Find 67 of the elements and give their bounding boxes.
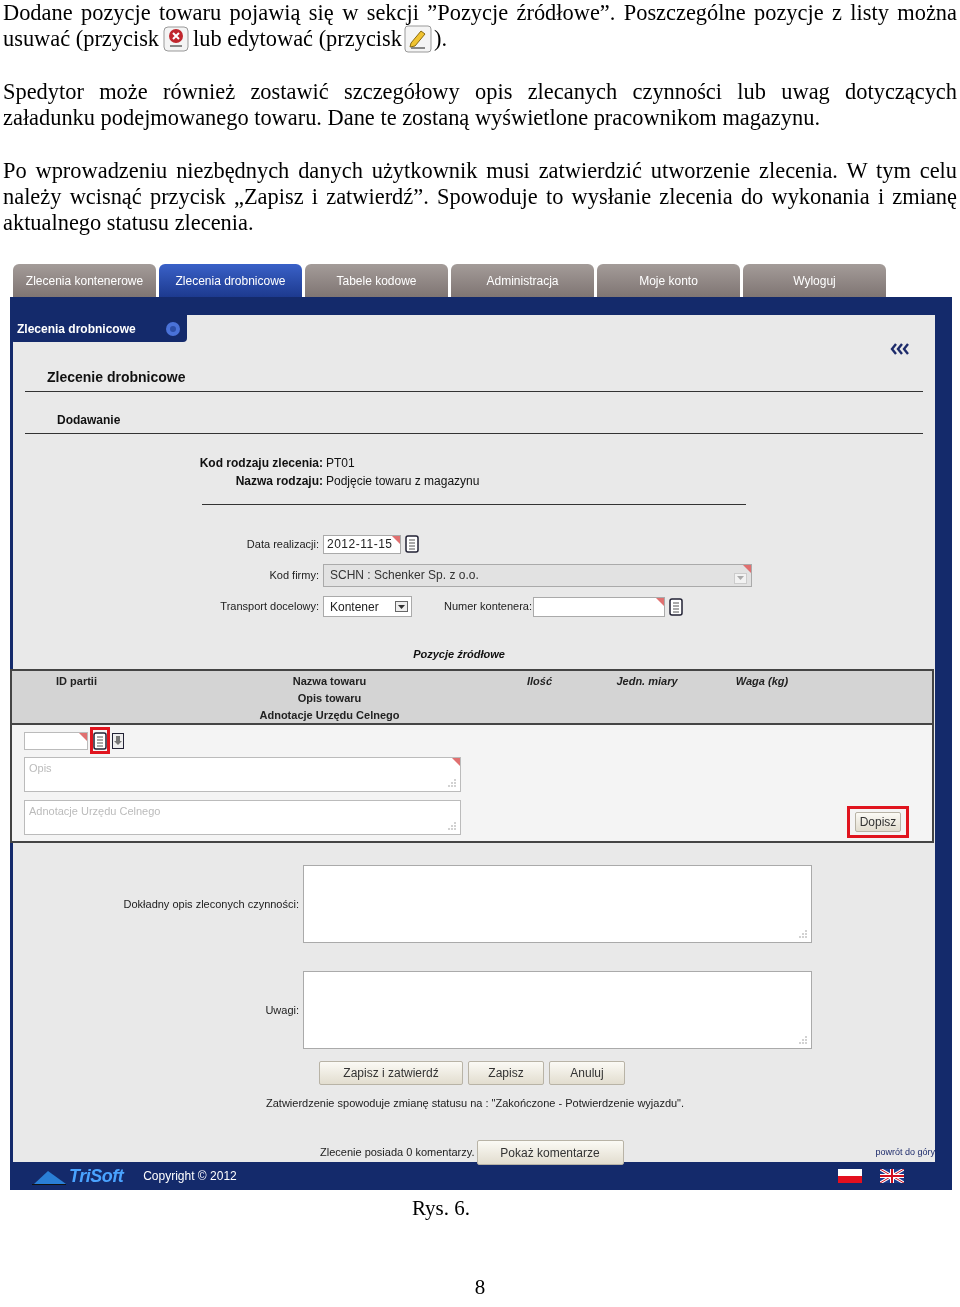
help-icon[interactable] (165, 320, 181, 337)
section-tab-label: Zlecenia drobnicowe (17, 320, 136, 338)
batch-id-field[interactable] (24, 731, 88, 750)
section-title: Pozycje źródłowe (413, 648, 505, 660)
info-value: Podjęcie towaru z magazynu (325, 473, 480, 490)
comments-count: Zlecenie posiada 0 komentarzy. (320, 1145, 475, 1161)
page-heading: Zlecenie drobnicowe (47, 369, 186, 385)
list-icon[interactable] (669, 597, 683, 616)
british-flag-icon[interactable] (880, 1169, 904, 1183)
show-comments-button[interactable]: Pokaż komentarze (476, 1140, 624, 1165)
resize-grip-icon[interactable] (448, 822, 456, 830)
action-button[interactable]: Anuluj (549, 1061, 625, 1085)
dropdown-arrow-icon[interactable] (395, 601, 408, 612)
back-to-top-link[interactable]: powrót do góry (875, 1147, 935, 1157)
paragraph-text: lub edytować (przycisk (193, 26, 402, 52)
transport-select[interactable]: Kontener (323, 596, 412, 617)
nav-tab[interactable]: Wyloguj (743, 264, 886, 297)
logo: TriSoft (32, 1167, 124, 1185)
pencil-icon (404, 25, 432, 53)
container-field[interactable] (533, 596, 665, 617)
nav-tab[interactable]: Moje konto (597, 264, 740, 297)
figure-caption: Rys. 6. (411, 1196, 471, 1220)
nav-tab[interactable]: Zlecenia kontenerowe (13, 264, 156, 297)
column-header: Opis towaru (296, 691, 363, 706)
nav-tab[interactable]: Tabele kodowe (305, 264, 448, 297)
info-label: Kod rodzaju zlecenia: (198, 455, 323, 472)
field-label: Uwagi: (264, 1002, 300, 1018)
nav-tab[interactable]: Zlecenia drobnicowe (159, 264, 302, 297)
nav-tab[interactable]: Administracja (451, 264, 594, 297)
add-button[interactable]: Dopisz (847, 806, 909, 838)
field-label: Data realizacji: (245, 536, 320, 552)
collapse-icon[interactable] (890, 343, 910, 355)
column-header: ID partii (56, 674, 98, 689)
section-tab[interactable]: Zlecenia drobnicowe (10, 315, 187, 342)
column-header: Waga (kg) (734, 674, 790, 689)
field-label: Transport docelowy: (219, 599, 320, 615)
column-header: Ilość (525, 674, 554, 689)
calendar-icon[interactable] (405, 535, 419, 553)
text-area[interactable] (303, 865, 812, 943)
date-field[interactable]: 2012-11-15 (323, 534, 401, 554)
required-marker-icon (452, 758, 460, 766)
delete-icon (163, 26, 190, 52)
column-header: Nazwa towaru (291, 674, 368, 689)
column-header: Jedn. miary (615, 674, 679, 689)
status-note: Zatwierdzenie spowoduje zmianę statusu na : "Zakończone - Potwierdzenie wyjazdu". (266, 1097, 685, 1109)
info-value: PT01 (325, 455, 355, 472)
field-label: Dokładny opis zleconych czynności: (122, 896, 300, 912)
field-label: Kod firmy: (268, 567, 320, 583)
action-button[interactable]: Zapisz (468, 1061, 544, 1085)
section-heading: Dodawanie (57, 413, 121, 427)
resize-grip-icon[interactable] (799, 930, 807, 938)
action-button[interactable]: Zapisz i zatwierdź (319, 1061, 463, 1085)
polish-flag-icon[interactable] (838, 1169, 862, 1183)
paragraph-text: ). (434, 26, 448, 52)
page-number: 8 (474, 1274, 486, 1299)
text-area[interactable] (303, 971, 812, 1049)
field-label: Numer kontenera: (444, 599, 533, 615)
paragraph-text: Spedytor może również zostawić szczegółowy opis zlecanych czynności lub uwag dotyczących załadunku podejmowanego towaru. Dane te zostaną wyświetlone pracownikom magazynu. (3, 79, 957, 130)
resize-grip-icon[interactable] (448, 779, 456, 787)
paragraph-text: Po wprowadzeniu niezbędnych danych użytkownik musi zatwierdzić utworzenie zlecenia. W tym celu należy wcisnąć przycisk „Zapisz i zatwierdź”. Spowoduje to wysłanie zlecenia do wykonania i zmianę aktualnego statusu zlecenia. (3, 158, 957, 235)
info-label: Nazwa rodzaju: (234, 473, 323, 490)
copyright-text: Copyright © 2012 (143, 1168, 237, 1185)
resize-grip-icon[interactable] (799, 1036, 807, 1044)
paragraph-text: Dodane pozycje towaru pojawią się w sekcji ”Pozycje źródłowe”. Poszczególne pozycje z listy można (3, 0, 957, 26)
column-header: Adnotacje Urzędu Celnego (258, 708, 401, 723)
download-icon[interactable] (112, 732, 124, 749)
paragraph-text: usuwać (przycisk (3, 26, 160, 52)
